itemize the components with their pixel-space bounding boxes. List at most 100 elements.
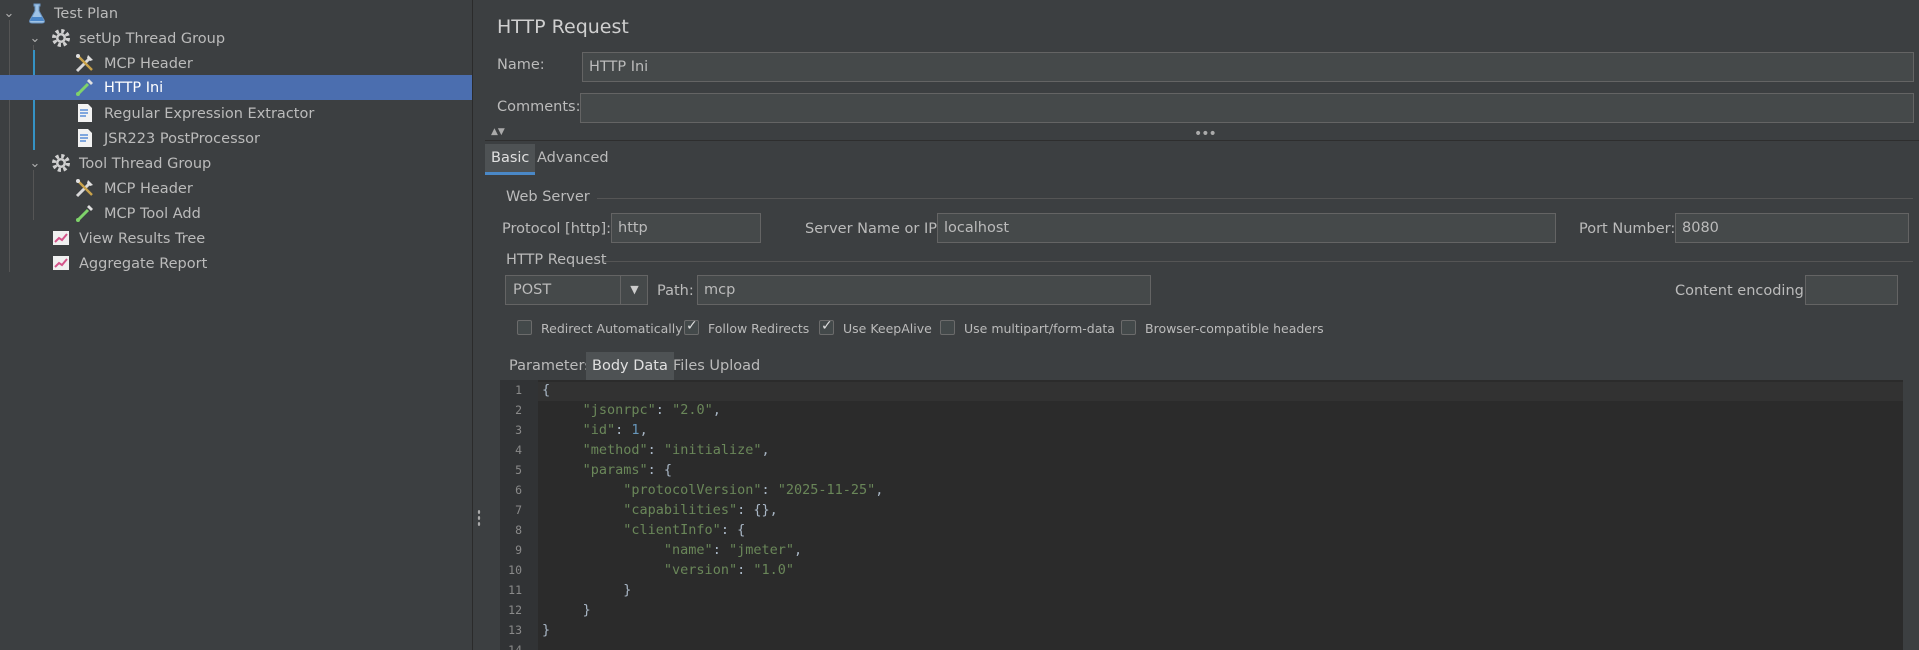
method-select-value: POST: [513, 282, 552, 298]
tree-item-setup-thread-group[interactable]: ⌄ setUp Thread Group: [0, 26, 472, 51]
method-select[interactable]: POST ▼: [505, 275, 648, 305]
tree-item-tool-thread-group[interactable]: ⌄ Tool Thread Group: [0, 151, 472, 176]
code-line[interactable]: "clientInfo": {: [542, 522, 745, 538]
tab-files-upload[interactable]: Files Upload: [667, 352, 766, 380]
name-label: Name:: [497, 57, 545, 73]
comments-label: Comments:: [497, 99, 581, 115]
tree-item-label: View Results Tree: [79, 230, 206, 247]
tree-item-mcp-tool-add[interactable]: MCP Tool Add: [0, 201, 472, 226]
code-line[interactable]: {: [542, 382, 550, 398]
tree-item-label: Aggregate Report: [79, 255, 208, 272]
path-field[interactable]: mcp: [697, 275, 1151, 305]
tree-item-jsr223-postprocessor[interactable]: JSR223 PostProcessor: [0, 126, 472, 151]
tree-item-http-ini[interactable]: HTTP Ini: [0, 75, 472, 100]
tree-item-mcp-header[interactable]: MCP Header: [0, 51, 472, 76]
chart-icon: [50, 252, 72, 274]
gear-icon: [50, 27, 72, 49]
line-number: 7: [515, 503, 522, 517]
wrench-icon: [74, 177, 96, 199]
port-number-field[interactable]: 8080: [1675, 213, 1909, 243]
body-data-editor[interactable]: 1 2 3 4 5 6 7 8 9 10 11 12 13 14 { "jsonrpc": "2.0", …: [500, 380, 1903, 650]
tree-item-view-results-tree[interactable]: View Results Tree: [0, 226, 472, 251]
code-line[interactable]: "version": "1.0": [542, 562, 794, 578]
tab-parameters[interactable]: Parameters: [503, 352, 598, 380]
flask-icon: [26, 2, 48, 24]
redirect-automatically-checkbox[interactable]: [517, 320, 532, 335]
code-line[interactable]: "jsonrpc": "2.0",: [542, 402, 721, 418]
pipette-icon: [74, 202, 96, 224]
use-keepalive-label: Use KeepAlive: [843, 321, 932, 336]
tree-item-test-plan[interactable]: ⌄ Test Plan: [0, 1, 472, 26]
divider: [485, 140, 1919, 141]
content-encoding-field[interactable]: [1805, 275, 1898, 305]
protocol-label: Protocol [http]:: [502, 221, 612, 237]
tree-item-label: Regular Expression Extractor: [104, 105, 315, 122]
tree-item-regex-extractor[interactable]: Regular Expression Extractor: [0, 101, 472, 126]
http-request-section-title: HTTP Request: [506, 252, 607, 268]
section-line: [604, 261, 1913, 262]
line-number: 12: [508, 603, 522, 617]
splitter-grip-icon[interactable]: [477, 509, 481, 527]
tree-item-label: HTTP Ini: [104, 79, 164, 96]
path-label: Path:: [657, 283, 694, 299]
tree-item-label: Test Plan: [54, 5, 119, 22]
code-line[interactable]: }: [542, 582, 631, 598]
line-number: 8: [515, 523, 522, 537]
line-number-gutter: 1 2 3 4 5 6 7 8 9 10 11 12 13 14: [500, 380, 538, 650]
tree-item-label: setUp Thread Group: [79, 30, 226, 47]
code-line[interactable]: "method": "initialize",: [542, 442, 770, 458]
code-line[interactable]: "id": 1,: [542, 422, 648, 438]
use-multipart-checkbox[interactable]: [940, 320, 955, 335]
tree-item-mcp-header-2[interactable]: MCP Header: [0, 176, 472, 201]
line-number: 1: [515, 383, 522, 397]
code-line[interactable]: }: [542, 622, 550, 638]
tab-advanced[interactable]: Advanced: [531, 144, 615, 172]
line-number: 14: [508, 643, 522, 650]
follow-redirects-label: Follow Redirects: [708, 321, 810, 336]
current-line-highlight: [538, 382, 1903, 401]
line-number: 13: [508, 623, 522, 637]
page-title: HTTP Request: [497, 16, 629, 38]
chevron-down-icon[interactable]: ⌄: [2, 6, 16, 21]
tree-item-aggregate-report[interactable]: Aggregate Report: [0, 251, 472, 276]
tab-body-data[interactable]: Body Data: [586, 352, 674, 383]
tab-basic[interactable]: Basic: [485, 144, 536, 175]
protocol-field[interactable]: http: [611, 213, 761, 243]
code-line[interactable]: "name": "jmeter",: [542, 542, 802, 558]
follow-redirects-checkbox[interactable]: [684, 318, 699, 335]
content-encoding-label: Content encoding:: [1675, 283, 1809, 299]
server-name-field[interactable]: localhost: [937, 213, 1556, 243]
line-number: 6: [515, 483, 522, 497]
chevron-down-icon[interactable]: ⌄: [28, 156, 42, 171]
tree-item-label: JSR223 PostProcessor: [104, 130, 261, 147]
dropdown-arrow-icon[interactable]: ▼: [620, 276, 647, 304]
web-server-section-title: Web Server: [506, 189, 590, 205]
code-line[interactable]: "params": {: [542, 462, 672, 478]
browser-compatible-headers-checkbox[interactable]: [1121, 320, 1136, 335]
pipette-icon: [74, 76, 96, 98]
collapse-arrows-icon[interactable]: ▲▼: [491, 127, 505, 137]
server-name-label: Server Name or IP:: [805, 221, 942, 237]
tree-item-label: MCP Header: [104, 180, 193, 197]
wrench-icon: [74, 52, 96, 74]
code-line[interactable]: "capabilities": {},: [542, 502, 777, 518]
port-number-label: Port Number:: [1579, 221, 1676, 237]
gear-icon: [50, 152, 72, 174]
use-multipart-label: Use multipart/form-data: [964, 321, 1115, 336]
comments-field[interactable]: [580, 93, 1914, 123]
chart-icon: [50, 227, 72, 249]
document-icon: [74, 102, 96, 124]
line-number: 10: [508, 563, 522, 577]
code-line[interactable]: }: [542, 602, 591, 618]
tree-item-label: MCP Tool Add: [104, 205, 201, 222]
line-number: 5: [515, 463, 522, 477]
use-keepalive-checkbox[interactable]: [819, 318, 834, 335]
code-line[interactable]: "protocolVersion": "2025-11-25",: [542, 482, 883, 498]
panel-splitter[interactable]: [472, 0, 485, 650]
browser-compatible-headers-label: Browser-compatible headers: [1145, 321, 1324, 336]
test-plan-tree[interactable]: ⌄ Test Plan ⌄ setUp Thread Group MCP Hea…: [0, 0, 472, 650]
line-number: 3: [515, 423, 522, 437]
chevron-down-icon[interactable]: ⌄: [28, 31, 42, 46]
redirect-automatically-label: Redirect Automatically: [541, 321, 683, 336]
name-field[interactable]: HTTP Ini: [582, 52, 1914, 82]
